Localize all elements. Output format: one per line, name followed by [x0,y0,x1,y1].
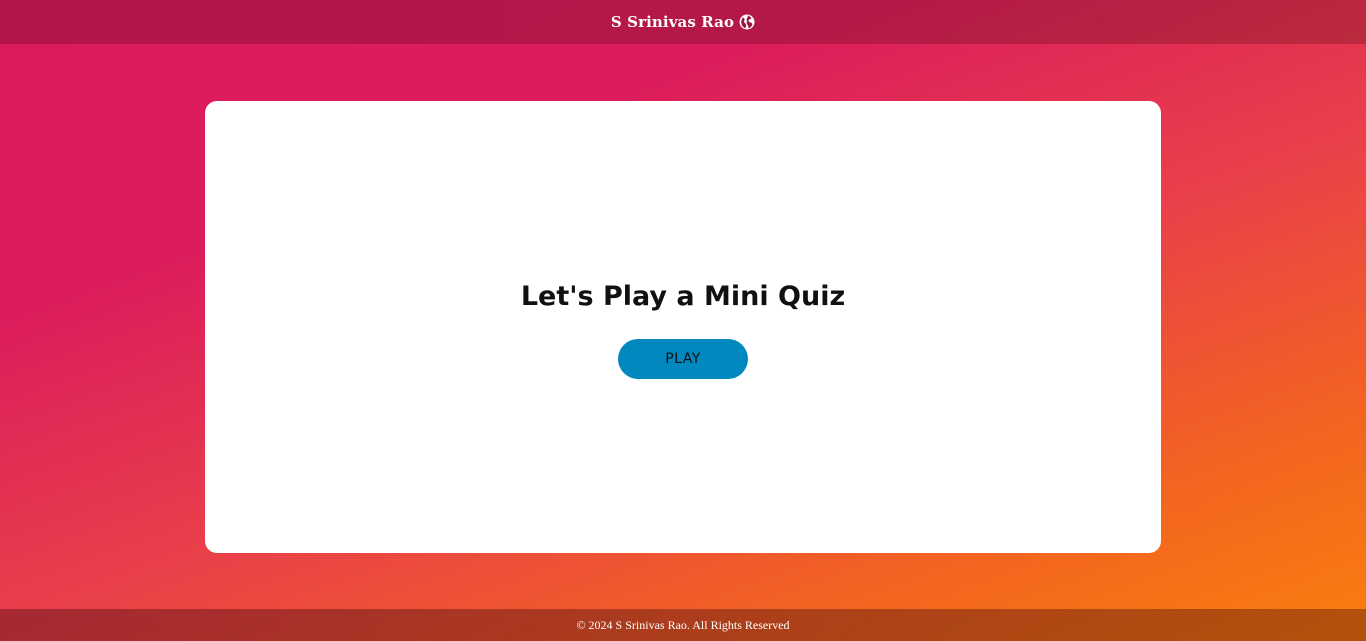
quiz-title: Let's Play a Mini Quiz [520,281,846,312]
copyright-text: © 2024 S Srinivas Rao. All Rights Reserv… [576,617,790,632]
quiz-card: Let's Play a Mini Quiz PLAY [205,101,1161,553]
play-button[interactable]: PLAY [618,339,748,379]
site-footer: © 2024 S Srinivas Rao. All Rights Reserv… [0,609,1366,641]
globe-icon [739,14,755,30]
site-header: S Srinivas Rao [0,0,1366,44]
brand-logo[interactable]: S Srinivas Rao [611,13,755,31]
brand-name: S Srinivas Rao [610,13,735,31]
